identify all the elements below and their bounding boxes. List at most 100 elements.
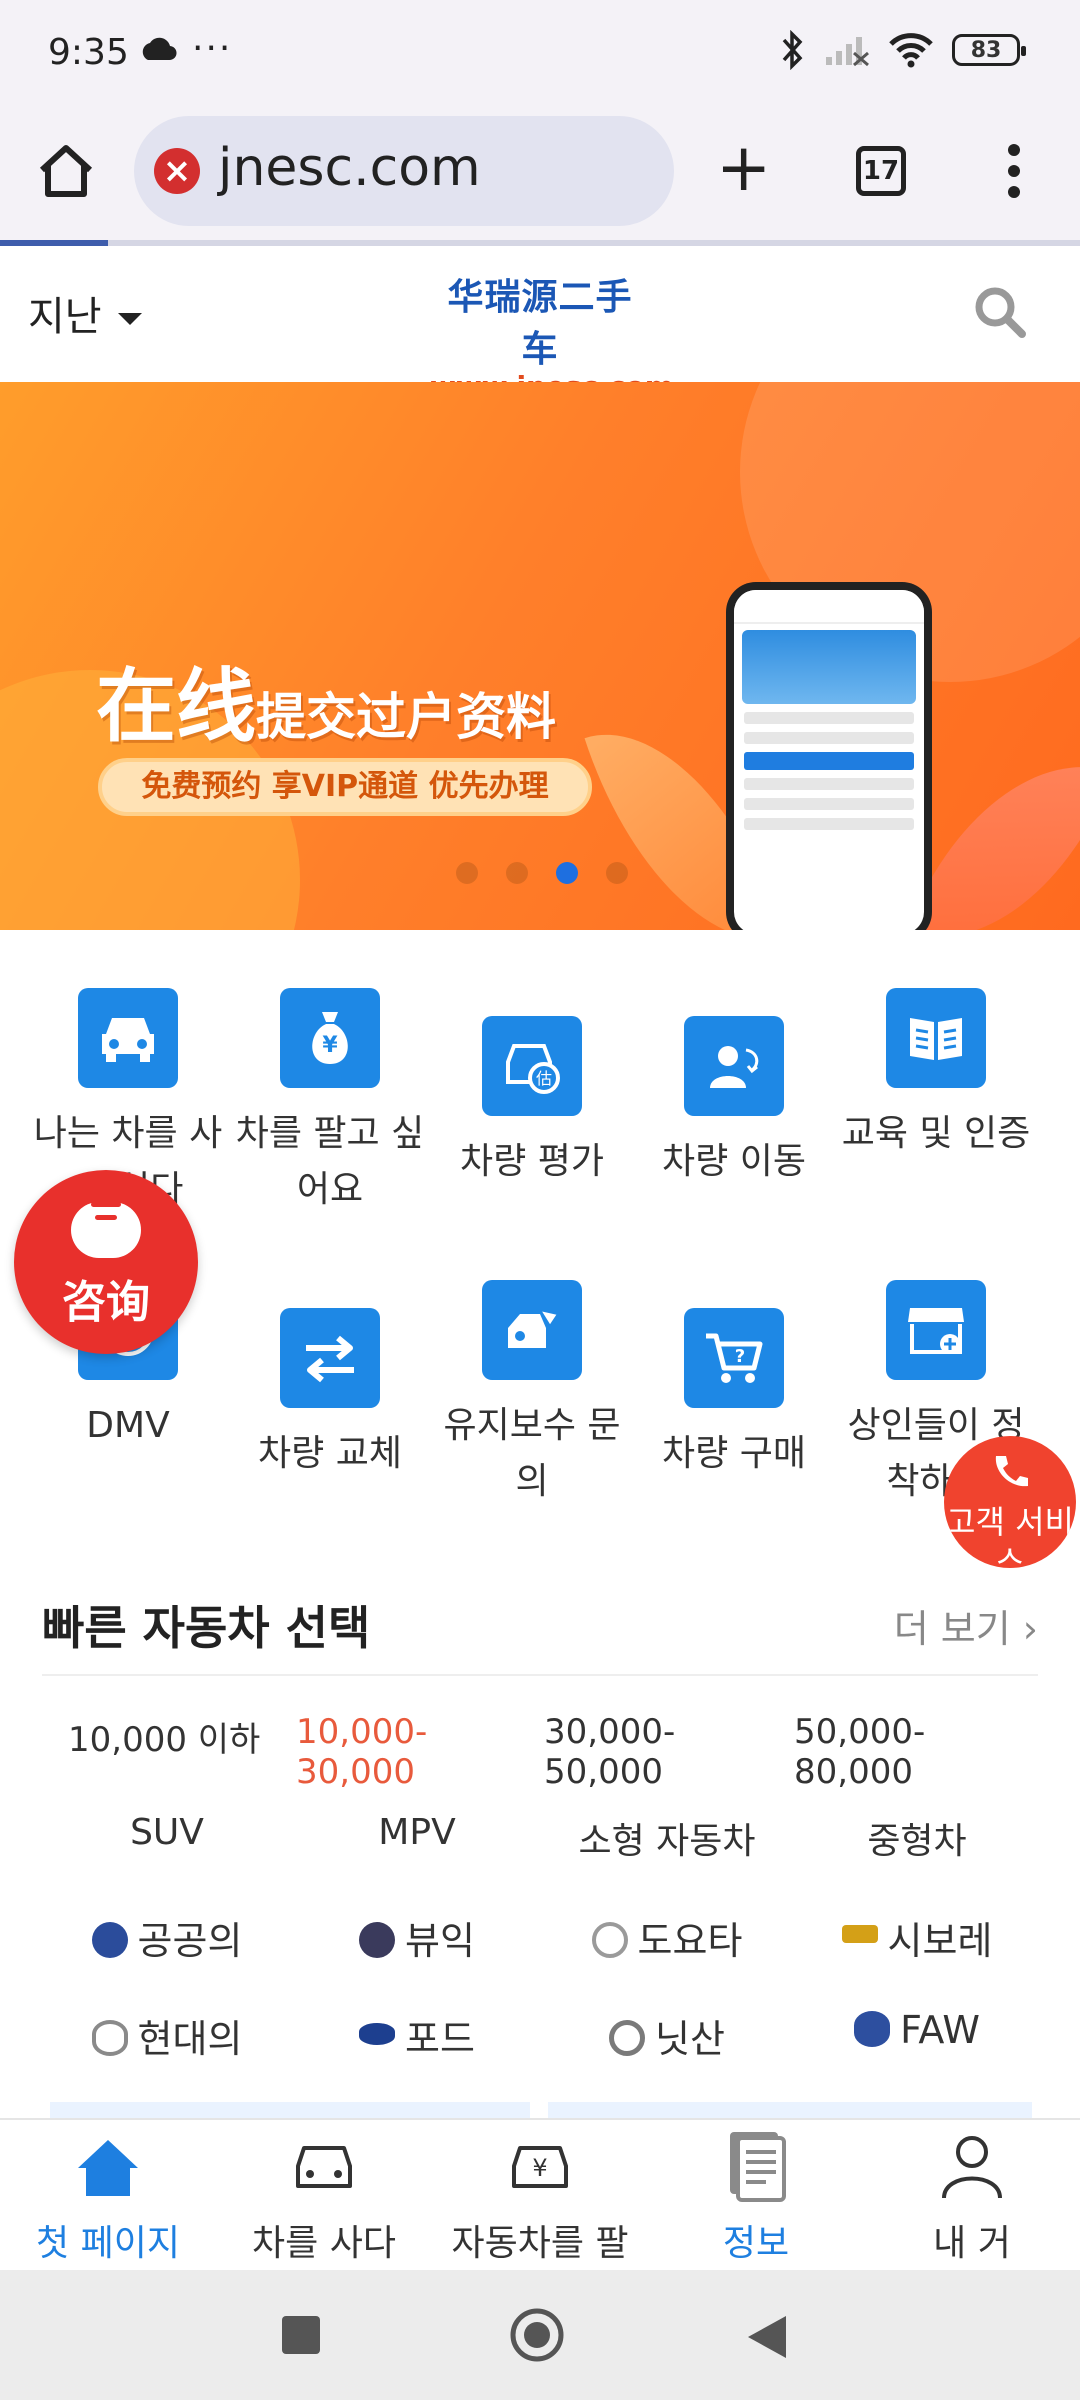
status-bar: 9:35 ··· 83 [0,0,1080,110]
nav-label: 차를 사다 [252,2223,396,2264]
system-nav-bar [0,2270,1080,2400]
tab-switcher-button[interactable]: 17 [856,146,906,196]
money-bag-icon: ¥ [280,988,380,1088]
grid-item-label: DMV [86,1405,170,1446]
toyota-logo-icon [591,1921,628,1958]
url-text[interactable]: jnesc.com [218,138,481,198]
home-button-icon[interactable] [508,2306,566,2364]
new-tab-button[interactable]: + [716,135,771,201]
back-button-icon[interactable] [746,2314,788,2360]
city-label: 지난 [28,294,102,340]
grid-item-label: 유지보수 문의 [443,1405,621,1502]
grid-item-vehicle-transfer[interactable]: 차량 이동 [634,1016,834,1190]
car-outline-icon [296,2146,352,2188]
grid-item-label: 차량 교체 [258,1433,402,1474]
price-filter-row: 10,000 이하 10,000-30,000 30,000-50,000 50… [46,1712,1046,1792]
svg-text:¥: ¥ [532,2154,547,2182]
carousel-dot[interactable] [506,862,528,884]
price-filter[interactable]: 50,000-80,000 [794,1712,1044,1792]
document-icon [730,2132,786,2202]
battery-icon: 83 [952,34,1026,66]
chevron-right-icon: › [1022,1607,1038,1651]
status-time: 9:35 [48,32,129,73]
car-yen-icon: ¥ [512,2146,568,2188]
svg-text:?: ? [735,1346,745,1367]
caret-down-icon [117,313,142,325]
grid-item-label: 차량 이동 [662,1141,806,1182]
person-icon [942,2136,1002,2199]
more-label: 더 보기 [893,1607,1011,1651]
browser-menu-button[interactable] [992,140,1036,204]
nav-info[interactable]: 정보 [656,2128,856,2266]
grid-item-vehicle-purchase[interactable]: ? 차량 구매 [634,1308,834,1482]
faw-logo-icon [854,2010,891,2047]
nav-label: 자동차를 팔 [451,2223,629,2264]
price-filter[interactable]: 30,000-50,000 [544,1712,794,1792]
status-more-dots: ··· [192,28,233,69]
store-icon [886,1280,986,1380]
bluetooth-icon [782,30,803,70]
leaf-decoration [906,724,1080,930]
type-filter[interactable]: 중형차 [792,1812,1042,1864]
price-filter[interactable]: 10,000 이하 [46,1712,296,1792]
grid-item-vehicle-evaluation[interactable]: 估 차량 평가 [432,1016,632,1190]
grid-item-vehicle-replacement[interactable]: 차량 교체 [230,1308,430,1482]
brand-chevrolet[interactable]: 시보레 [792,1910,1042,1965]
car-icon [78,988,178,1088]
banner-subtitle: 免费预约 享VIP通道 优先办理 [98,758,592,816]
swap-icon [280,1308,380,1408]
brand-volkswagen[interactable]: 공공의 [42,1910,292,1965]
nav-buy-car[interactable]: 차를 사다 [224,2128,424,2266]
nav-sell-car[interactable]: ¥ 자동차를 팔 [440,2128,640,2266]
carousel-dot-active[interactable] [556,862,578,884]
nav-label: 정보 [722,2223,790,2264]
grid-item-maintenance[interactable]: 유지보수 문의 [432,1280,632,1510]
grid-item-sell-car[interactable]: ¥ 차를 팔고 싶어요 [230,988,430,1218]
svg-text:估: 估 [536,1069,552,1088]
type-filter[interactable]: 소형 자동차 [542,1812,792,1864]
wrench-icon [482,1280,582,1380]
type-filter[interactable]: MPV [292,1812,542,1853]
grid-item-education[interactable]: 교육 및 인증 [836,988,1036,1162]
brand-faw[interactable]: FAW [792,2008,1042,2052]
consult-button[interactable]: 咨询 [14,1170,198,1354]
user-transfer-icon [684,1016,784,1116]
cart-icon: ? [684,1308,784,1408]
brand-ford[interactable]: 포드 [292,2008,542,2063]
book-icon [886,988,986,1088]
bottom-nav: 첫 페이지 차를 사다 ¥ 자동차를 팔 정보 내 거 [0,2118,1080,2270]
type-filter[interactable]: SUV [42,1812,292,1853]
wifi-icon [889,33,933,68]
brand-buick[interactable]: 뷰익 [292,1910,542,1965]
recents-button-icon[interactable] [280,2314,322,2356]
search-icon[interactable] [970,282,1030,342]
home-icon [78,2140,138,2196]
promo-banner[interactable]: 在线提交过户资料 免费预约 享VIP通道 优先办理 [0,382,1080,930]
volkswagen-logo-icon [91,1921,128,1958]
not-secure-icon[interactable]: × [154,148,200,194]
customer-service-label: 고객 서비스 [946,1503,1074,1568]
phone-icon [995,1456,1028,1487]
consult-label: 咨询 [62,1277,150,1328]
svg-text:¥: ¥ [322,1033,338,1058]
price-filter-active[interactable]: 10,000-30,000 [296,1712,544,1792]
browser-toolbar: × jnesc.com + 17 [0,110,1080,240]
buick-logo-icon [359,1921,396,1958]
carousel-dot[interactable] [456,862,478,884]
city-selector[interactable]: 지난 [28,284,142,342]
nav-label: 내 거 [933,2223,1011,2264]
home-icon[interactable] [32,136,100,204]
carousel-dot[interactable] [606,862,628,884]
nav-label: 첫 페이지 [36,2223,180,2264]
nav-home[interactable]: 첫 페이지 [8,2128,208,2266]
nav-mine[interactable]: 내 거 [872,2128,1072,2266]
more-link[interactable]: 더 보기 › [894,1598,1038,1653]
customer-service-button[interactable]: 고객 서비스 [944,1436,1076,1568]
ford-logo-icon [359,2022,396,2045]
brand-toyota[interactable]: 도요타 [542,1910,792,1965]
brand-hyundai[interactable]: 현대의 [42,2008,292,2063]
grid-item-label: 교육 및 인증 [841,1113,1031,1154]
brand-nissan[interactable]: 닛산 [542,2008,792,2063]
carousel-dots [456,862,628,884]
address-bar[interactable]: × jnesc.com [134,116,674,226]
